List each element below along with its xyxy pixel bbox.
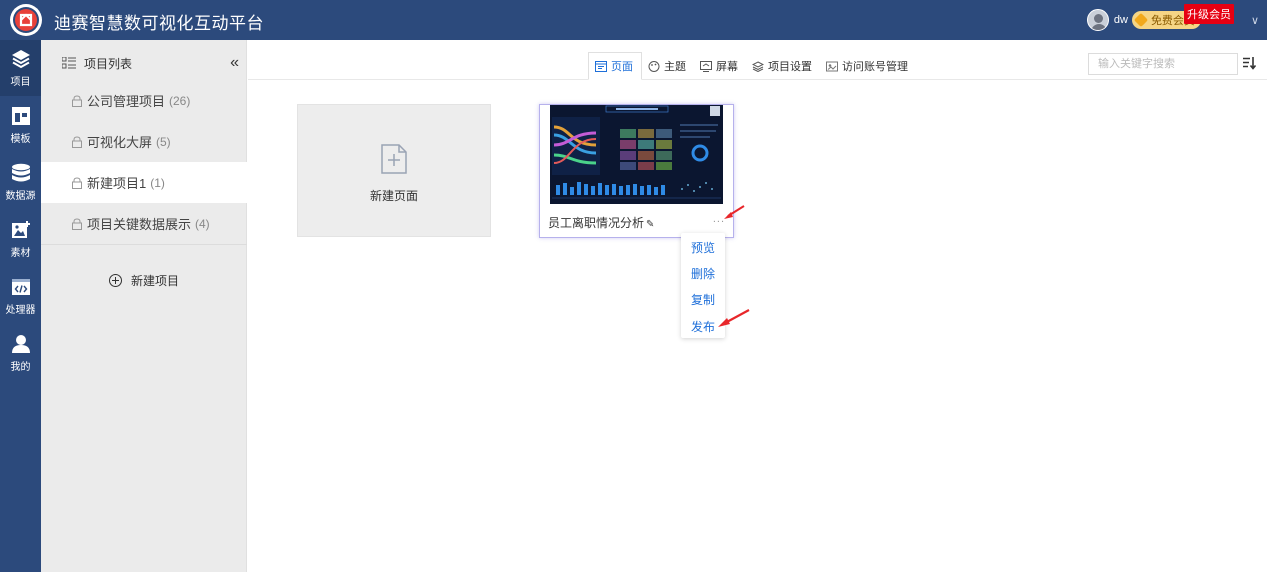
nav-label: 我的 [10, 362, 31, 373]
new-page-label: 新建页面 [369, 189, 418, 203]
list-icon [62, 57, 76, 69]
tab-account-management[interactable]: 访问账号管理 [820, 52, 916, 80]
project-item[interactable]: 新建项目1 (1) [41, 162, 247, 203]
project-name: 公司管理项目 [87, 94, 166, 109]
lock-icon [72, 217, 82, 230]
new-file-icon [381, 144, 407, 174]
new-page-card[interactable]: 新建页面 [297, 104, 491, 237]
project-count: (1) [150, 175, 165, 190]
template-icon [11, 107, 30, 125]
divider [41, 244, 247, 245]
nav-label: 处理器 [5, 305, 36, 316]
nav-label: 数据源 [5, 191, 36, 202]
tab-screen[interactable]: 屏幕 [694, 52, 746, 80]
new-project-button[interactable]: 新建项目 [109, 272, 179, 289]
nav-label: 项目 [10, 77, 31, 88]
chevron-down-icon[interactable]: ∨ [1251, 14, 1259, 27]
project-name: 项目关键数据展示 [87, 217, 192, 232]
screen-icon [700, 60, 712, 72]
app-title: 迪赛智慧数可视化互动平台 [54, 14, 264, 33]
nav-label: 素材 [10, 248, 31, 259]
lock-icon [72, 176, 82, 189]
nav-item-material[interactable]: 素材 [0, 211, 41, 267]
database-icon [11, 163, 30, 182]
upgrade-badge[interactable]: 升级会员 [1184, 4, 1234, 24]
new-project-label: 新建项目 [131, 274, 180, 288]
tabs: 页面 主题 屏幕 项目设置 访问账号管理 [588, 52, 916, 80]
theme-icon [648, 60, 660, 72]
nav-label: 模板 [10, 134, 31, 145]
tab-project-settings[interactable]: 项目设置 [746, 52, 820, 80]
project-panel: 项目列表 « 公司管理项目 (26) 可视化大屏 (5) 新建项目1 (1) 项… [41, 40, 247, 572]
page-card[interactable]: 员工离职情况分析 ✎ ... [539, 104, 734, 238]
logo-icon [13, 7, 39, 33]
app-logo[interactable] [10, 4, 42, 36]
tab-bar: 页面 主题 屏幕 项目设置 访问账号管理 输入关键字搜索 [248, 40, 1267, 80]
project-count: (5) [156, 134, 171, 149]
project-name: 可视化大屏 [87, 135, 153, 150]
project-item[interactable]: 项目关键数据展示 (4) [41, 203, 247, 244]
menu-item-publish[interactable]: 发布 [691, 318, 715, 335]
lock-icon [72, 135, 82, 148]
tab-label: 屏幕 [716, 61, 738, 73]
tab-label: 访问账号管理 [842, 61, 908, 73]
avatar[interactable] [1086, 9, 1109, 31]
tab-theme[interactable]: 主题 [642, 52, 694, 80]
username[interactable]: dw [1114, 14, 1128, 26]
user-icon [11, 335, 30, 353]
settings-icon [752, 60, 764, 72]
code-icon [11, 279, 30, 295]
nav-item-datasource[interactable]: 数据源 [0, 154, 41, 210]
project-item[interactable]: 公司管理项目 (26) [41, 80, 247, 121]
top-header: 迪赛智慧数可视化互动平台 dw 免费会员 ∨ 升级会员 [0, 0, 1267, 40]
edit-pencil-icon[interactable]: ✎ [646, 219, 654, 230]
image-icon [11, 221, 30, 238]
sort-icon[interactable] [1242, 56, 1256, 70]
lock-icon [72, 94, 82, 107]
annotation-arrow-icon [724, 205, 745, 219]
tab-page[interactable]: 页面 [588, 52, 642, 80]
nav-item-project[interactable]: 项目 [0, 40, 41, 96]
menu-item-delete[interactable]: 删除 [691, 265, 715, 282]
search-input[interactable] [1088, 53, 1238, 75]
nav-item-template[interactable]: 模板 [0, 97, 41, 153]
tab-label: 项目设置 [768, 61, 812, 73]
collapse-icon[interactable]: « [230, 54, 239, 72]
annotation-arrow-icon [718, 309, 750, 327]
project-count: (4) [195, 216, 210, 231]
menu-item-copy[interactable]: 复制 [691, 291, 715, 308]
page-icon [595, 60, 607, 72]
left-nav: 项目 模板 数据源 素材 处理器 我的 [0, 40, 41, 572]
tab-label: 主题 [664, 61, 686, 73]
account-icon [826, 61, 838, 71]
nav-item-processor[interactable]: 处理器 [0, 268, 41, 324]
page-thumbnail[interactable] [550, 105, 723, 204]
plus-circle-icon [109, 274, 122, 287]
page-name[interactable]: 员工离职情况分析 ✎ [548, 214, 654, 231]
menu-item-preview[interactable]: 预览 [691, 239, 715, 256]
diamond-icon [1133, 12, 1149, 28]
project-name: 新建项目1 [87, 176, 147, 191]
project-count: (26) [169, 93, 191, 108]
layers-icon [11, 50, 30, 69]
project-panel-title: 项目列表 [84, 56, 133, 71]
nav-item-mine[interactable]: 我的 [0, 325, 41, 381]
page-name-text: 员工离职情况分析 [548, 216, 645, 230]
dashboard-thumbnail-image [550, 105, 723, 204]
project-item[interactable]: 可视化大屏 (5) [41, 121, 247, 162]
tab-label: 页面 [611, 61, 633, 73]
